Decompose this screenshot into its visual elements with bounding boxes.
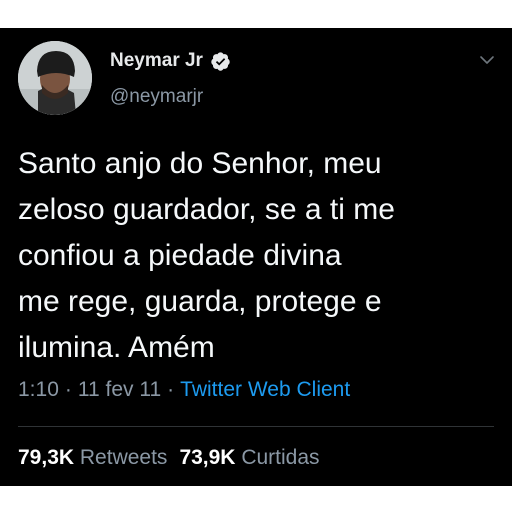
tweet-text: Santo anjo do Senhor, meu zeloso guardad… xyxy=(18,147,395,364)
tweet-date[interactable]: 11 fev 11 xyxy=(78,378,161,401)
verified-badge-icon xyxy=(211,51,230,71)
likes-count: 73,9K xyxy=(179,446,236,469)
retweets-label: Retweets xyxy=(79,446,168,469)
likes-label: Curtidas xyxy=(241,446,320,469)
tweet-stats: 79,3K Retweets 73,9K Curtidas xyxy=(18,446,320,470)
retweets-count: 79,3K xyxy=(18,446,75,469)
meta-separator: · xyxy=(167,378,175,401)
meta-separator: · xyxy=(64,378,72,401)
tweet-time[interactable]: 1:10 xyxy=(18,378,59,401)
avatar-image xyxy=(18,41,92,115)
avatar[interactable] xyxy=(18,41,92,115)
author-name-row[interactable]: Neymar Jr xyxy=(110,50,231,72)
tweet-client-link[interactable]: Twitter Web Client xyxy=(180,378,350,401)
tweet-meta: 1:10 · 11 fev 11 · Twitter Web Client xyxy=(18,378,350,402)
likes-stat[interactable]: 73,9K Curtidas xyxy=(179,446,319,469)
divider xyxy=(18,426,494,427)
author-name[interactable]: Neymar Jr xyxy=(110,50,203,72)
tweet-card: Neymar Jr @neymarjr Santo anjo do Senhor… xyxy=(0,28,512,486)
chevron-down-icon[interactable] xyxy=(478,53,496,67)
author-handle[interactable]: @neymarjr xyxy=(110,86,203,108)
retweets-stat[interactable]: 79,3K Retweets xyxy=(18,446,167,469)
